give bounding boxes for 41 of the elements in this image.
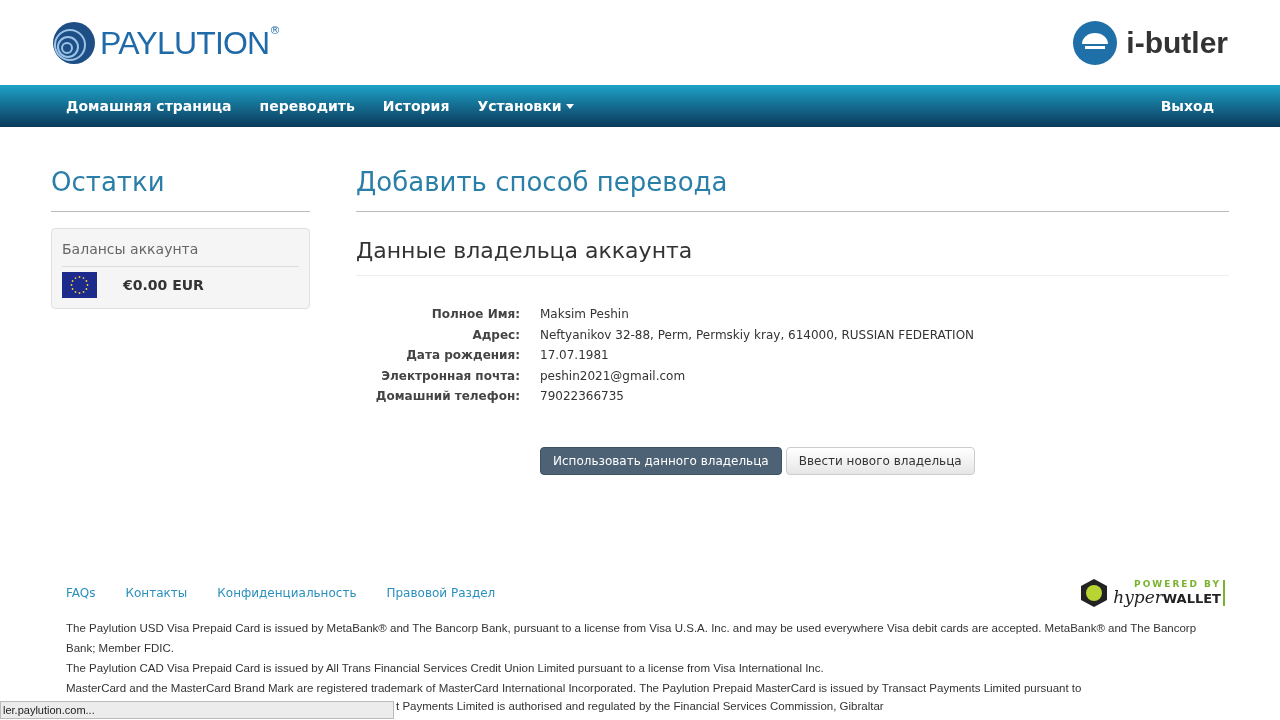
wallet-text: WALLET	[1162, 592, 1221, 605]
spiral-logo-icon	[52, 20, 96, 65]
field-label: Дата рождения:	[405, 347, 520, 364]
balance-amount: €0.00 EUR	[123, 275, 204, 295]
status-bar: ler.paylution.com...	[0, 701, 394, 719]
field-label: Домашний телефон:	[374, 388, 520, 405]
powered-by-text: POWERED BY	[1134, 580, 1221, 589]
caret-icon	[565, 103, 574, 109]
logo-text: PAYLUTION	[100, 23, 270, 62]
field-value: Neftyanikov 32-88, Perm, Permskiy kray, 614000, RUSSIAN FEDERATION	[540, 326, 976, 344]
panel-title: Балансы аккаунта	[62, 239, 299, 267]
field-value: Maksim Peshin	[540, 306, 630, 323]
section-title: Данные владельца аккаунта	[356, 234, 1229, 276]
field-label: Полное Имя:	[430, 306, 520, 323]
footer-link[interactable]: FAQs	[51, 584, 111, 602]
footer-link[interactable]: Контакты	[110, 584, 203, 602]
nav-link[interactable]: История	[368, 95, 464, 117]
disclaimer-paragraph: MasterCard and the MasterCard Brand Mark are registered trademark of MasterCard International Incorporated. The Paylution Prepaid MasterCard is issued by Transact Payments Limited pursuant to	[66, 681, 1083, 696]
nav-link[interactable]: Установки	[463, 95, 588, 117]
cloche-logo-icon	[1072, 19, 1119, 66]
partner-logo-text: i-butler	[1126, 25, 1228, 61]
footer-link[interactable]: Конфиденциальность	[202, 584, 372, 602]
new-owner-button[interactable]: Ввести нового владельца	[785, 446, 975, 475]
hyper-text: hyper	[1113, 589, 1163, 606]
field-value: 17.07.1981	[540, 347, 610, 364]
hexagon-logo-icon	[1079, 578, 1110, 608]
field-value: peshin2021@gmail.com	[540, 367, 687, 385]
use-owner-button[interactable]: Использовать данного владельца	[540, 446, 782, 475]
registered-mark: ®	[269, 23, 281, 38]
field-label: Адрес:	[471, 326, 520, 344]
page-title: Добавить способ перевода	[356, 165, 1229, 212]
field-label: Электронная почта:	[380, 367, 520, 385]
footer-link[interactable]: Правовой Раздел	[371, 584, 511, 602]
logout-link[interactable]: Выход	[1146, 95, 1228, 117]
sidebar-title: Остатки	[51, 165, 310, 212]
nav-link[interactable]: переводить	[245, 95, 369, 117]
nav-link[interactable]: Домашняя страница	[52, 95, 246, 117]
flag-icon	[62, 272, 97, 298]
disclaimer-paragraph: The Paylution CAD Visa Prepaid Card is issued by All Trans Financial Services Credit Union Limited pursuant to a license from Visa International Inc.	[66, 661, 825, 676]
field-value: 79022366735	[540, 388, 625, 405]
disclaimer-paragraph: The Paylution USD Visa Prepaid Card is issued by MetaBank® and The Bancorp Bank, pursuant to a license from Visa U.S.A. Inc. and may be used everywhere Visa debit cards are accepted. MetaBank® and The Bancorp Bank; Member FDIC.	[66, 621, 1198, 656]
